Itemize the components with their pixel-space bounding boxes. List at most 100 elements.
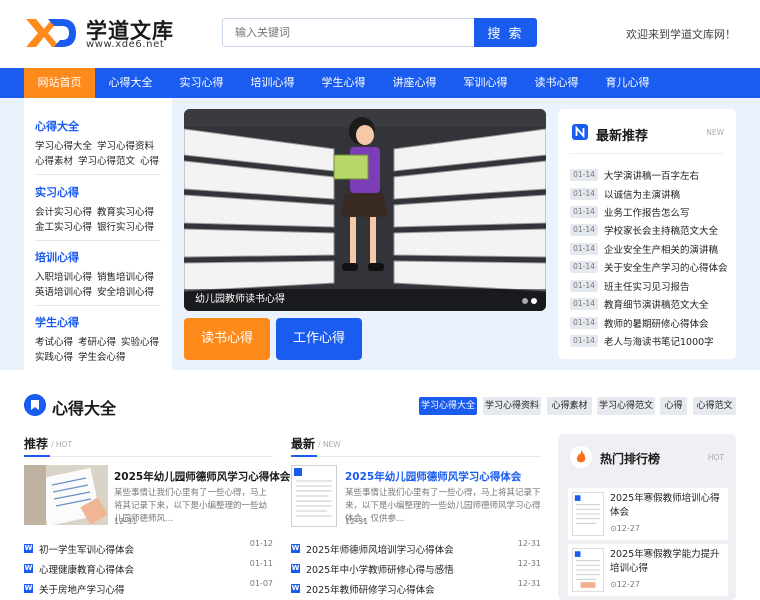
latest-item[interactable]: 01-14 以诚信为主演讲稿	[570, 183, 730, 201]
hot-item[interactable]: 2025年寒假教师培训心得体会 ⊙12-27	[568, 488, 728, 540]
side-row: 英语培训心得 安全培训心得	[35, 284, 159, 298]
list-item[interactable]: W 初一学生军训心得体会 01-12	[24, 538, 273, 556]
nav-item-student[interactable]: 学生心得	[310, 68, 377, 98]
side-link[interactable]: 安全培训心得	[97, 287, 154, 298]
item-title[interactable]: 教育细节演讲稿范文大全	[604, 297, 709, 311]
banner-carousel[interactable]: 幼儿园教师读书心得	[184, 109, 546, 311]
side-link[interactable]: 考研心得	[78, 337, 116, 348]
side-link[interactable]: 考试心得	[35, 337, 73, 348]
search-button[interactable]: 搜 索	[474, 18, 537, 47]
side-link[interactable]: 心得素材	[35, 156, 73, 167]
banner-illustration	[184, 109, 546, 311]
recommend-feature-title[interactable]: 2025年幼儿园师德师风学习心得体会	[114, 469, 290, 484]
latest-item[interactable]: 01-14 班主任实习见习报告	[570, 275, 730, 293]
nav-item-all[interactable]: 心得大全	[97, 68, 164, 98]
nav-item-home[interactable]: 网站首页	[24, 68, 95, 98]
item-date: 01-14	[570, 279, 598, 292]
item-title[interactable]: 教师的暑期研修心得体会	[604, 316, 709, 330]
list-item[interactable]: W 2025年中小学教师研修心得与感悟 12-31	[291, 558, 541, 576]
side-group-title[interactable]: 培训心得	[35, 249, 79, 265]
item-title[interactable]: 大学演讲稿一百字左右	[604, 168, 699, 182]
banner-caption[interactable]: 幼儿园教师读书心得	[184, 289, 546, 311]
latest-item[interactable]: 01-14 大学演讲稿一百字左右	[570, 164, 730, 182]
item-title[interactable]: 2025年师德师风培训学习心得体会	[306, 542, 454, 556]
item-title[interactable]: 初一学生军训心得体会	[39, 542, 134, 556]
side-link[interactable]: 金工实习心得	[35, 222, 92, 233]
item-title[interactable]: 老人与海读书笔记1000字	[604, 334, 714, 348]
newest-feature-title[interactable]: 2025年幼儿园师德师风学习心得体会	[345, 469, 521, 484]
side-link[interactable]: 教育实习心得	[97, 207, 154, 218]
list-item[interactable]: W 心理健康教育心得体会 01-11	[24, 558, 273, 576]
latest-item[interactable]: 01-14 教师的暑期研修心得体会	[570, 312, 730, 330]
search-input[interactable]	[222, 18, 474, 47]
side-group-title[interactable]: 心得大全	[35, 118, 79, 134]
list-item[interactable]: W 2025年师德师风培训学习心得体会 12-31	[291, 538, 541, 556]
carousel-dot[interactable]	[522, 298, 528, 304]
hot-item[interactable]: 2025年寒假教学能力提升培训心得 ⊙12-27	[568, 544, 728, 596]
hot-item-title[interactable]: 2025年寒假教师培训心得体会	[610, 492, 724, 520]
nav-item-internship[interactable]: 实习心得	[168, 68, 235, 98]
side-group-title[interactable]: 学生心得	[35, 314, 79, 330]
side-link[interactable]: 学生会心得	[78, 352, 126, 363]
category-sidebar: 心得大全 学习心得大全 学习心得资料 心得素材 学习心得范文 心得 实习心得 会计实习…	[24, 98, 172, 370]
latest-item[interactable]: 01-14 学校家长会主持稿范文大全	[570, 219, 730, 237]
side-row: 心得素材 学习心得范文 心得	[35, 153, 164, 167]
recommend-feature-date: 12-31	[114, 517, 138, 526]
side-group-title[interactable]: 实习心得	[35, 184, 79, 200]
reading-button[interactable]: 读书心得	[184, 318, 270, 360]
xd-logo-icon[interactable]	[24, 15, 78, 51]
side-link[interactable]: 银行实习心得	[97, 222, 154, 233]
side-link[interactable]: 学习心得范文	[78, 156, 135, 167]
item-date: 01-14	[570, 260, 598, 273]
side-link[interactable]: 入职培训心得	[35, 272, 92, 283]
item-title[interactable]: 学校家长会主持稿范文大全	[604, 223, 718, 237]
logo-url: www.xde6.net	[86, 39, 165, 50]
side-link[interactable]: 会计实习心得	[35, 207, 92, 218]
nav-item-military[interactable]: 军训心得	[452, 68, 519, 98]
nav-item-reading[interactable]: 读书心得	[523, 68, 590, 98]
carousel-dot-active[interactable]	[531, 298, 537, 304]
item-title[interactable]: 业务工作报告怎么写	[604, 205, 690, 219]
tag-material[interactable]: 心得素材	[547, 397, 592, 415]
item-title[interactable]: 心理健康教育心得体会	[39, 562, 134, 576]
side-link[interactable]: 英语培训心得	[35, 287, 92, 298]
latest-item[interactable]: 01-14 企业安全生产相关的演讲稿	[570, 238, 730, 256]
clock-icon: ⊙	[610, 524, 617, 533]
side-row: 学习心得大全 学习心得资料	[35, 138, 159, 152]
latest-item[interactable]: 01-14 业务工作报告怎么写	[570, 201, 730, 219]
nav-item-lecture[interactable]: 讲座心得	[381, 68, 448, 98]
item-title[interactable]: 关于安全生产学习的心得体会	[604, 260, 728, 274]
n-badge-icon	[572, 124, 588, 140]
tag-study-all[interactable]: 学习心得大全	[419, 397, 477, 415]
item-title[interactable]: 2025年中小学教师研修心得与感悟	[306, 562, 454, 576]
latest-badge: NEW	[706, 128, 724, 137]
side-link[interactable]: 销售培训心得	[97, 272, 154, 283]
nav-item-parenting[interactable]: 育儿心得	[594, 68, 661, 98]
tag-study-sample[interactable]: 学习心得范文	[597, 397, 655, 415]
tag-sample[interactable]: 心得范文	[693, 397, 736, 415]
list-item[interactable]: W 2025年教师研修学习心得体会 12-31	[291, 578, 541, 596]
side-link[interactable]: 心得	[140, 156, 159, 167]
tag-experience[interactable]: 心得	[660, 397, 687, 415]
recommend-thumbnail[interactable]	[24, 465, 108, 525]
item-title[interactable]: 以诚信为主演讲稿	[604, 187, 680, 201]
side-link[interactable]: 学习心得大全	[35, 141, 92, 152]
nav-item-training[interactable]: 培训心得	[239, 68, 306, 98]
side-link[interactable]: 实践心得	[35, 352, 73, 363]
hot-item-title[interactable]: 2025年寒假教学能力提升培训心得	[610, 548, 724, 576]
side-row: 考试心得 考研心得 实验心得	[35, 334, 164, 348]
tag-study-material[interactable]: 学习心得资料	[483, 397, 541, 415]
item-title[interactable]: 企业安全生产相关的演讲稿	[604, 242, 718, 256]
latest-item[interactable]: 01-14 老人与海读书笔记1000字	[570, 330, 730, 348]
latest-item[interactable]: 01-14 关于安全生产学习的心得体会	[570, 256, 730, 274]
item-title[interactable]: 班主任实习见习报告	[604, 279, 690, 293]
item-title[interactable]: 关于房地产学习心得	[39, 582, 125, 596]
list-item[interactable]: W 关于房地产学习心得 01-07	[24, 578, 273, 596]
item-date: 01-14	[570, 316, 598, 329]
item-title[interactable]: 2025年教师研修学习心得体会	[306, 582, 435, 596]
latest-item[interactable]: 01-14 教育细节演讲稿范文大全	[570, 293, 730, 311]
side-link[interactable]: 实验心得	[121, 337, 159, 348]
work-button[interactable]: 工作心得	[276, 318, 362, 360]
side-link[interactable]: 学习心得资料	[97, 141, 154, 152]
newest-thumbnail[interactable]	[291, 465, 337, 527]
